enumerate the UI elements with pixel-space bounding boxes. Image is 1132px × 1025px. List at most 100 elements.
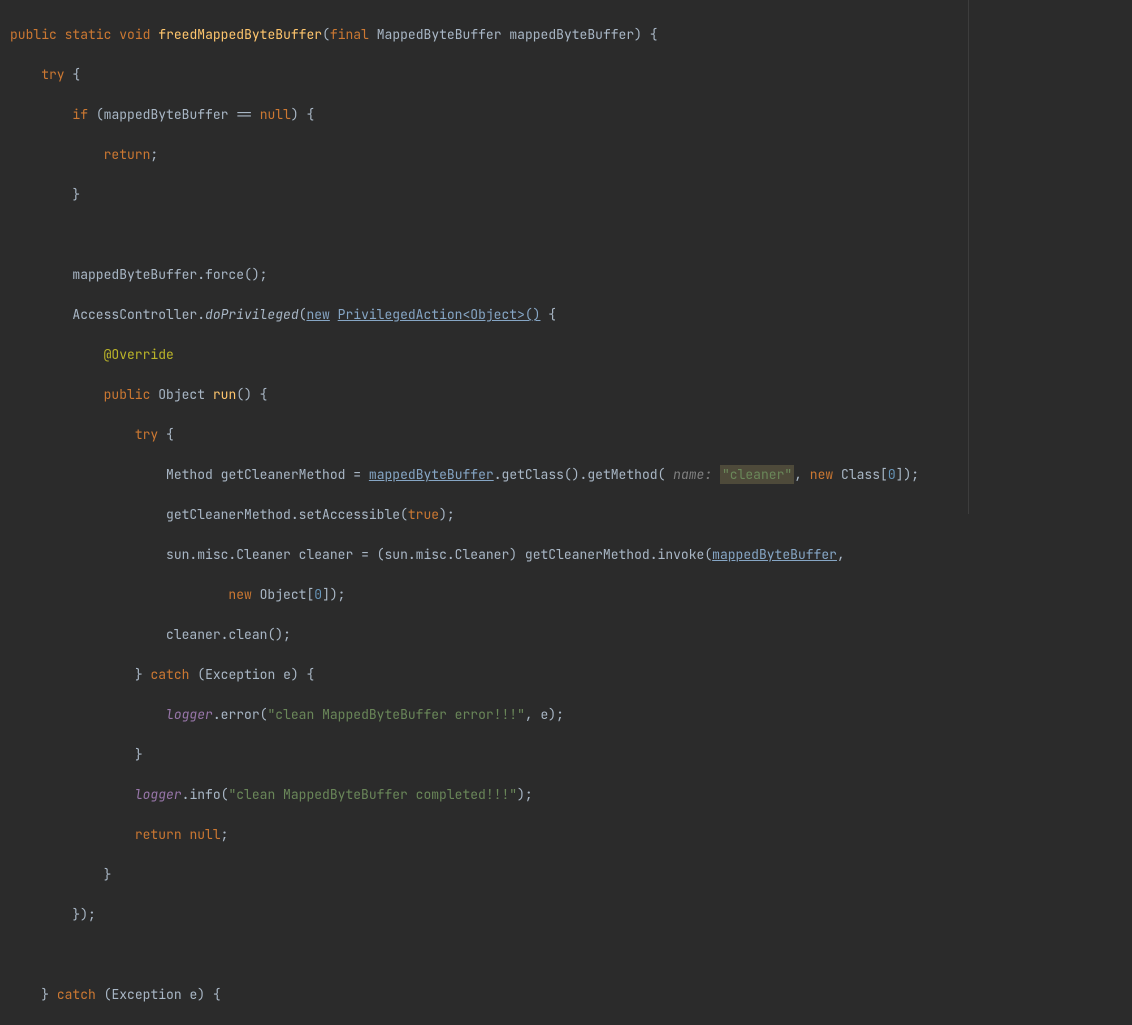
keyword-return: return <box>104 146 151 163</box>
dot: . <box>494 466 502 483</box>
keyword-try: try <box>135 426 158 443</box>
code-line[interactable]: getCleanerMethod.setAccessible(true); <box>10 505 1122 525</box>
dot: . <box>197 266 205 283</box>
keyword-if: if <box>72 106 88 123</box>
code-line[interactable]: if (mappedByteBuffer == null) { <box>10 105 1122 125</box>
code-line[interactable]: } <box>10 865 1122 885</box>
assign: = <box>361 546 369 563</box>
dot: . <box>197 306 205 323</box>
string-literal: "cleaner" <box>720 465 794 484</box>
brace-open: { <box>72 66 80 83</box>
brace-close: } <box>72 906 80 923</box>
keyword-null: null <box>189 826 220 843</box>
code-line[interactable]: return; <box>10 145 1122 165</box>
keyword-final: final <box>330 26 369 43</box>
type: Exception <box>111 986 181 1003</box>
keyword-public: public <box>104 386 151 403</box>
identifier: mappedByteBuffer <box>72 266 197 283</box>
brace-close: } <box>72 186 80 203</box>
code-line[interactable] <box>10 945 1122 965</box>
assign: = <box>353 466 361 483</box>
paren-close: ) <box>291 106 299 123</box>
code-line[interactable]: public static void freedMappedByteBuffer… <box>10 25 1122 45</box>
field-ref: mappedByteBuffer <box>369 466 494 483</box>
code-line[interactable]: public Object run() { <box>10 385 1122 405</box>
method-name: freedMappedByteBuffer <box>158 26 322 43</box>
code-line[interactable]: Method getCleanerMethod = mappedByteBuff… <box>10 465 1122 485</box>
method-call: error <box>221 706 260 723</box>
brace-open: { <box>307 106 315 123</box>
keyword-new: new <box>228 586 251 603</box>
method-call: invoke <box>658 546 705 563</box>
method-call: setAccessible <box>299 506 400 523</box>
keyword-void: void <box>119 26 150 43</box>
code-editor[interactable]: public static void freedMappedByteBuffer… <box>10 5 1122 1025</box>
code-line[interactable]: }); <box>10 905 1122 925</box>
identifier: e <box>283 666 291 683</box>
brace-open: { <box>260 386 268 403</box>
brace-close: } <box>104 866 112 883</box>
number: 0 <box>314 586 322 603</box>
string-literal: "clean MappedByteBuffer completed!!!" <box>228 786 517 803</box>
code-line[interactable]: new Object[0]); <box>10 585 1122 605</box>
equals: == <box>236 106 252 123</box>
brace-close: } <box>135 666 143 683</box>
type: Object <box>158 386 205 403</box>
code-line[interactable]: } <box>10 185 1122 205</box>
code-line[interactable]: } catch (Exception e) { <box>10 665 1122 685</box>
brace-open: { <box>650 26 658 43</box>
brace-open: { <box>548 306 556 323</box>
field-logger: logger <box>166 706 213 723</box>
code-line[interactable]: sun.misc.Cleaner cleaner = (sun.misc.Cle… <box>10 545 1122 565</box>
identifier: AccessController <box>72 306 197 323</box>
code-line[interactable]: AccessController.doPrivileged(new Privil… <box>10 305 1122 325</box>
paren-open: ( <box>322 26 330 43</box>
param: mappedByteBuffer <box>509 26 634 43</box>
semicolon: ; <box>221 826 229 843</box>
code-line[interactable]: logger.info("clean MappedByteBuffer comp… <box>10 785 1122 805</box>
type-fqn: sun.misc.Cleaner <box>384 546 509 563</box>
type: Method <box>166 466 213 483</box>
dot: . <box>650 546 658 563</box>
keyword-try: try <box>41 66 64 83</box>
semicolon: ; <box>88 906 96 923</box>
identifier: e <box>540 706 548 723</box>
code-line[interactable]: } catch (Exception e) { <box>10 985 1122 1005</box>
semicolon: ; <box>556 706 564 723</box>
anonymous-class: PrivilegedAction<Object>() <box>338 306 541 323</box>
identifier: cleaner <box>299 546 354 563</box>
dot: . <box>291 506 299 523</box>
dot: . <box>221 626 229 643</box>
code-line[interactable]: } <box>10 745 1122 765</box>
brace-open: { <box>166 426 174 443</box>
type: Object <box>260 586 307 603</box>
identifier: mappedByteBuffer <box>104 106 229 123</box>
field-logger: logger <box>135 786 182 803</box>
number: 0 <box>888 466 896 483</box>
code-line[interactable]: logger.error("clean MappedByteBuffer err… <box>10 705 1122 725</box>
method-name: run <box>213 386 236 403</box>
code-line[interactable]: mappedByteBuffer.force(); <box>10 265 1122 285</box>
identifier: e <box>189 986 197 1003</box>
method-call: force <box>205 266 244 283</box>
code-line[interactable]: cleaner.clean(); <box>10 625 1122 645</box>
brace-close: } <box>41 986 49 1003</box>
semicolon: ; <box>447 506 455 523</box>
paren-open: ( <box>96 106 104 123</box>
identifier: getCleanerMethod <box>166 506 291 523</box>
type: MappedByteBuffer <box>377 26 502 43</box>
code-line[interactable]: try { <box>10 425 1122 445</box>
keyword-static: static <box>65 26 112 43</box>
code-line[interactable] <box>10 225 1122 245</box>
keyword-public: public <box>10 26 57 43</box>
semicolon: ; <box>525 786 533 803</box>
code-line[interactable]: @Override <box>10 345 1122 365</box>
semicolon: ; <box>283 626 291 643</box>
paren-close: ) <box>634 26 642 43</box>
type: Class <box>841 466 880 483</box>
code-line[interactable]: try { <box>10 65 1122 85</box>
brace-close: } <box>135 746 143 763</box>
field-ref: mappedByteBuffer <box>712 546 837 563</box>
method-call: getClass <box>502 466 564 483</box>
code-line[interactable]: return null; <box>10 825 1122 845</box>
